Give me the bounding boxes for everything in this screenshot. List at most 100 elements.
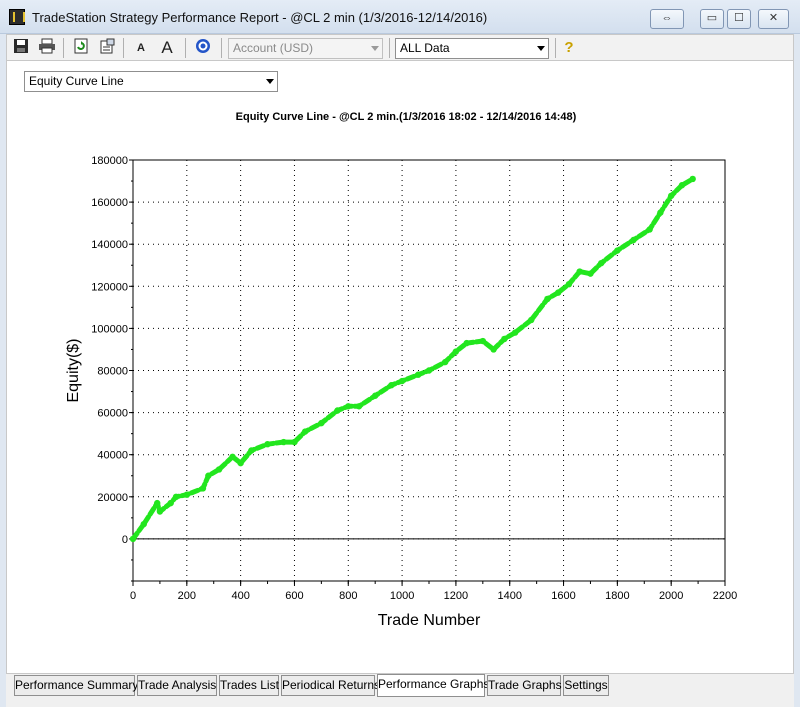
equity-point bbox=[587, 270, 594, 277]
equity-point bbox=[205, 472, 212, 479]
equity-point bbox=[388, 382, 395, 389]
equity-point bbox=[129, 535, 137, 543]
x-tick-label: 400 bbox=[231, 590, 249, 602]
save-icon[interactable] bbox=[11, 38, 31, 58]
properties-icon[interactable] bbox=[97, 38, 117, 58]
x-tick-label: 1400 bbox=[497, 590, 521, 602]
y-tick-label: 0 bbox=[122, 534, 128, 546]
y-tick-label: 20000 bbox=[97, 492, 128, 504]
equity-point bbox=[398, 377, 406, 385]
x-tick-label: 200 bbox=[178, 590, 196, 602]
close-button[interactable]: ✕ bbox=[758, 9, 789, 29]
y-tick-label: 100000 bbox=[91, 323, 128, 335]
y-tick-label: 160000 bbox=[91, 197, 128, 209]
toolbar: A A Account (USD) ALL Data ? bbox=[6, 34, 794, 61]
equity-point bbox=[565, 280, 573, 288]
equity-point bbox=[237, 459, 244, 467]
equity-point bbox=[318, 419, 325, 427]
equity-point bbox=[156, 508, 164, 515]
account-select[interactable]: Account (USD) bbox=[228, 38, 383, 59]
equity-point bbox=[334, 407, 341, 414]
equity-point bbox=[425, 367, 433, 374]
x-tick-label: 2000 bbox=[659, 590, 683, 602]
x-tick-label: 0 bbox=[130, 590, 136, 602]
equity-chart: 0200004000060000800001000001200001400001… bbox=[65, 155, 737, 629]
equity-point bbox=[302, 428, 309, 435]
equity-point bbox=[415, 371, 422, 378]
equity-point bbox=[167, 499, 174, 507]
tab-trade-analysis[interactable]: Trade Analysis bbox=[137, 675, 217, 696]
y-tick-label: 80000 bbox=[97, 366, 128, 378]
equity-point bbox=[183, 491, 191, 498]
refresh-icon[interactable] bbox=[71, 38, 91, 58]
x-tick-label: 2200 bbox=[713, 590, 737, 602]
equity-point bbox=[630, 236, 637, 244]
y-tick-label: 60000 bbox=[97, 408, 128, 420]
print-icon[interactable] bbox=[37, 38, 57, 58]
y-tick-label: 120000 bbox=[91, 281, 128, 293]
tab-trades-list[interactable]: Trades List bbox=[219, 675, 279, 696]
x-tick-label: 1600 bbox=[551, 590, 575, 602]
maximize-button[interactable]: ☐ bbox=[727, 9, 751, 29]
equity-point bbox=[511, 329, 519, 336]
minimize-button[interactable]: ▭ bbox=[700, 9, 724, 29]
window-title: TradeStation Strategy Performance Report… bbox=[32, 10, 488, 25]
equity-point bbox=[598, 259, 605, 267]
equity-point bbox=[291, 438, 298, 446]
x-tick-label: 600 bbox=[285, 590, 303, 602]
x-tick-label: 1200 bbox=[444, 590, 468, 602]
account-select-value: Account (USD) bbox=[233, 41, 314, 55]
tab-performance-summary[interactable]: Performance Summary bbox=[14, 675, 138, 696]
equity-point bbox=[554, 289, 562, 296]
equity-point bbox=[528, 316, 535, 324]
tab-trade-graphs[interactable]: Trade Graphs bbox=[487, 675, 562, 696]
y-tick-label: 40000 bbox=[97, 450, 128, 462]
equity-point bbox=[646, 226, 653, 233]
x-tick-label: 800 bbox=[339, 590, 357, 602]
target-icon[interactable] bbox=[193, 38, 213, 58]
equity-point bbox=[441, 358, 449, 366]
equity-point bbox=[657, 209, 664, 216]
restore-wide-button[interactable]: ⇔ bbox=[650, 9, 684, 29]
help-icon[interactable]: ? bbox=[559, 38, 579, 58]
equity-point bbox=[501, 335, 508, 343]
report-area: Equity Curve Line Equity Curve Line - @C… bbox=[6, 61, 794, 674]
equity-point bbox=[280, 438, 287, 446]
equity-point bbox=[678, 182, 686, 189]
equity-point bbox=[371, 392, 379, 399]
equity-point bbox=[614, 247, 621, 254]
x-axis-label: Trade Number bbox=[378, 612, 481, 629]
equity-point bbox=[479, 337, 487, 345]
equity-point bbox=[172, 493, 180, 500]
equity-point bbox=[345, 403, 352, 410]
equity-point bbox=[667, 192, 675, 199]
equity-point bbox=[452, 348, 460, 355]
title-bar: TradeStation Strategy Performance Report… bbox=[0, 0, 800, 34]
data-range-select[interactable]: ALL Data bbox=[395, 38, 549, 59]
equity-point bbox=[689, 175, 696, 183]
font-increase-icon[interactable]: A bbox=[157, 38, 177, 58]
tab-performance-graphs[interactable]: Performance Graphs bbox=[377, 674, 489, 697]
tab-settings[interactable]: Settings bbox=[563, 675, 609, 696]
equity-point bbox=[576, 268, 583, 275]
chevron-down-icon bbox=[371, 46, 379, 51]
equity-point bbox=[248, 447, 255, 454]
font-decrease-icon[interactable]: A bbox=[131, 38, 151, 58]
equity-point bbox=[229, 453, 236, 461]
equity-point bbox=[544, 295, 551, 303]
chevron-down-icon bbox=[537, 46, 545, 51]
data-range-select-value: ALL Data bbox=[400, 41, 450, 55]
equity-point bbox=[154, 499, 161, 507]
equity-point bbox=[463, 339, 470, 347]
y-tick-label: 140000 bbox=[91, 239, 128, 251]
report-tabs: Performance Summary Trade Analysis Trade… bbox=[6, 674, 794, 707]
y-tick-label: 180000 bbox=[91, 155, 128, 167]
equity-point bbox=[140, 520, 147, 528]
equity-point bbox=[264, 440, 271, 448]
equity-point bbox=[199, 485, 207, 492]
equity-point bbox=[355, 403, 363, 410]
tab-periodical-returns[interactable]: Periodical Returns bbox=[281, 675, 380, 696]
equity-point bbox=[490, 346, 497, 353]
app-icon bbox=[9, 9, 25, 25]
x-tick-label: 1800 bbox=[605, 590, 629, 602]
